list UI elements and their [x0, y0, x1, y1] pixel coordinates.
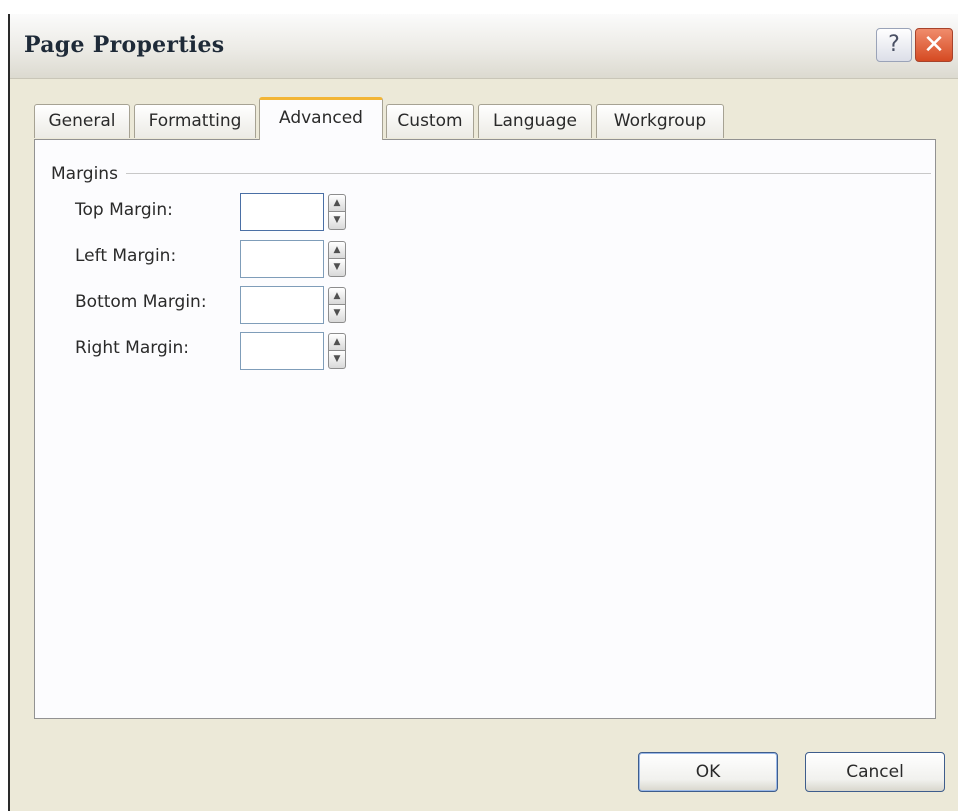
arrow-down-icon[interactable]: ▼: [328, 351, 346, 369]
help-icon: ?: [888, 32, 900, 57]
left-margin-input[interactable]: [240, 240, 324, 278]
page-properties-dialog: Page Properties ? ✕ General Formatting A…: [8, 14, 958, 811]
close-button[interactable]: ✕: [915, 28, 953, 62]
bottom-margin-spinner: ▲ ▼: [328, 287, 346, 323]
right-margin-label: Right Margin:: [75, 338, 189, 358]
top-margin-input[interactable]: [240, 193, 324, 231]
tab-strip: General Formatting Advanced Custom Langu…: [34, 92, 934, 142]
arrow-up-icon[interactable]: ▲: [328, 333, 346, 351]
help-button[interactable]: ?: [876, 28, 912, 62]
left-margin-spinner: ▲ ▼: [328, 241, 346, 277]
ok-button[interactable]: OK: [638, 752, 778, 792]
tab-general[interactable]: General: [34, 104, 130, 138]
advanced-tab-panel: Margins Top Margin: ▲ ▼ Left Margin: ▲ ▼…: [34, 139, 936, 719]
close-icon: ✕: [923, 30, 945, 60]
bottom-margin-input[interactable]: [240, 286, 324, 324]
arrow-up-icon[interactable]: ▲: [328, 241, 346, 259]
cancel-button[interactable]: Cancel: [805, 752, 945, 792]
top-margin-spinner: ▲ ▼: [328, 194, 346, 230]
tab-workgroup[interactable]: Workgroup: [596, 104, 724, 138]
arrow-up-icon[interactable]: ▲: [328, 287, 346, 305]
dialog-title: Page Properties: [24, 32, 225, 58]
title-bar: Page Properties ? ✕: [10, 14, 958, 79]
right-margin-input[interactable]: [240, 332, 324, 370]
left-margin-label: Left Margin:: [75, 246, 177, 266]
margins-group-divider: [51, 173, 931, 174]
right-margin-spinner: ▲ ▼: [328, 333, 346, 369]
arrow-down-icon[interactable]: ▼: [328, 259, 346, 277]
tab-advanced[interactable]: Advanced: [259, 97, 383, 140]
tab-language[interactable]: Language: [478, 104, 592, 138]
arrow-down-icon[interactable]: ▼: [328, 212, 346, 230]
tab-formatting[interactable]: Formatting: [134, 104, 256, 138]
bottom-margin-label: Bottom Margin:: [75, 292, 207, 312]
tab-custom[interactable]: Custom: [386, 104, 474, 138]
arrow-up-icon[interactable]: ▲: [328, 194, 346, 212]
top-margin-label: Top Margin:: [75, 200, 173, 220]
margins-group-label: Margins: [51, 164, 126, 184]
arrow-down-icon[interactable]: ▼: [328, 305, 346, 323]
